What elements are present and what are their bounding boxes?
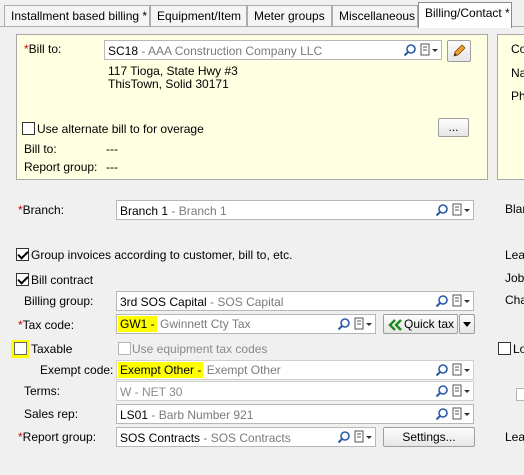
bill-contract-checkbox[interactable] (16, 273, 29, 286)
billing-group-label: Billing group: (24, 294, 94, 308)
taxable-label: Taxable (31, 342, 73, 356)
right-lo-checkbox[interactable] (498, 342, 511, 355)
search-icon[interactable] (435, 407, 449, 421)
search-icon[interactable] (337, 430, 351, 444)
use-equipment-tax-checkbox (118, 342, 131, 355)
terms-label: Terms: (24, 384, 60, 398)
tax-code-combo[interactable]: GW1 - Gwinnett Cty Tax (116, 314, 376, 334)
record-menu-icon[interactable] (452, 363, 472, 377)
exempt-code-combo[interactable]: Exempt Other - Exempt Other (116, 360, 474, 380)
billing-group-combo[interactable]: 3rd SOS Capital - SOS Capital (116, 291, 474, 311)
alt-bill-to-ellipsis-button[interactable]: ... (438, 118, 469, 137)
search-icon[interactable] (435, 384, 449, 398)
right-lo-label: Lo (513, 342, 524, 356)
bill-to-code: SC18 (108, 44, 139, 58)
bill-contract-label: Bill contract (31, 273, 94, 287)
taxable-checkbox[interactable] (14, 342, 27, 355)
report-group-label: *Report group: (18, 430, 97, 444)
record-menu-icon[interactable] (420, 43, 440, 57)
use-alt-bill-to-label: Use alternate bill to for overage (37, 122, 204, 136)
record-menu-icon[interactable] (354, 430, 374, 444)
lease2-label: Leas (505, 430, 524, 444)
tab-billing-contact[interactable]: Billing/Contact * (418, 2, 512, 28)
job-label: Job (505, 271, 524, 285)
search-icon[interactable] (435, 203, 449, 217)
record-menu-icon[interactable] (354, 317, 374, 331)
bill-to-label: *Bill to: (24, 42, 62, 56)
record-menu-icon[interactable] (452, 407, 472, 421)
tax-code-label: *Tax code: (18, 318, 75, 332)
record-menu-icon[interactable] (452, 384, 472, 398)
contact-phone-label: Ph (511, 89, 524, 103)
report-group-combo[interactable]: SOS Contracts - SOS Contracts (116, 427, 376, 447)
sales-rep-combo[interactable]: LS01 - Barb Number 921 (116, 404, 474, 424)
chevron-down-icon (463, 322, 471, 327)
bill-to-report-group-label: Report group: (24, 160, 98, 174)
tab-bar: Installment based billing * Equipment/It… (0, 0, 524, 28)
search-icon[interactable] (337, 317, 351, 331)
bill-to-address-line2: ThisTown, Solid 30171 (108, 77, 229, 91)
bill-to-address-line1: 117 Tioga, State Hwy #3 (108, 64, 238, 78)
right-disabled-checkbox (516, 388, 524, 401)
tab-miscellaneous[interactable]: Miscellaneous (332, 5, 418, 27)
branch-combo[interactable]: Branch 1 - Branch 1 (116, 200, 474, 220)
tab-equipment-item[interactable]: Equipment/Item (150, 5, 247, 27)
quick-tax-dropdown-button[interactable] (459, 314, 475, 334)
bill-to-desc: AAA Construction Company LLC (148, 44, 323, 58)
sales-rep-label: Sales rep: (24, 407, 79, 421)
alt-bill-to-label: Bill to: (24, 142, 57, 156)
group-invoices-label: Group invoices according to customer, bi… (31, 248, 293, 262)
settings-button[interactable]: Settings... (383, 427, 475, 447)
record-menu-icon[interactable] (452, 203, 472, 217)
use-alt-bill-to-checkbox[interactable] (22, 122, 35, 135)
tab-installment-billing[interactable]: Installment based billing * (4, 5, 150, 27)
bill-to-report-group-value: --- (106, 160, 118, 174)
double-chevron-left-icon (388, 319, 402, 331)
search-icon[interactable] (435, 363, 449, 377)
edit-bill-to-button[interactable] (447, 40, 471, 62)
exempt-code-label: Exempt code: (40, 363, 114, 377)
contact-co-label: Co (511, 42, 524, 56)
search-icon[interactable] (435, 294, 449, 308)
use-equipment-tax-label: Use equipment tax codes (132, 342, 268, 356)
branch-label: *Branch: (18, 203, 65, 217)
quick-tax-button[interactable]: Quick tax (383, 314, 458, 334)
lease-label: Leas (505, 248, 524, 262)
pencil-icon (453, 44, 466, 57)
search-icon[interactable] (403, 43, 417, 57)
bill-to-combo[interactable]: SC18 - AAA Construction Company LLC (104, 40, 442, 60)
contact-name-label: Na (511, 66, 524, 80)
alt-bill-to-value: --- (106, 142, 118, 156)
record-menu-icon[interactable] (452, 294, 472, 308)
charge-label: Cha (505, 293, 524, 307)
tab-meter-groups[interactable]: Meter groups (247, 5, 332, 27)
blanket-label: Blan (505, 202, 524, 216)
terms-combo[interactable]: W - NET 30 (116, 381, 474, 401)
group-invoices-checkbox[interactable] (16, 248, 29, 261)
